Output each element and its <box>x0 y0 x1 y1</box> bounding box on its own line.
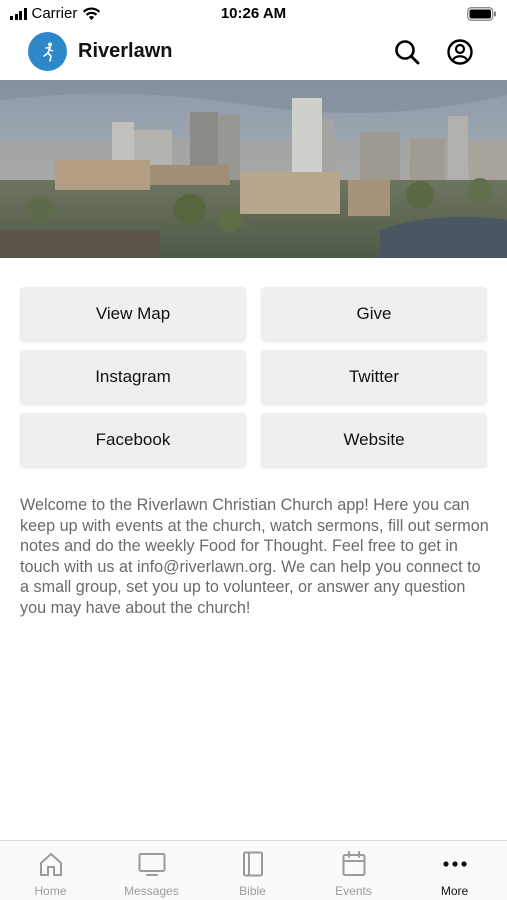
tab-messages-label: Messages <box>124 884 179 898</box>
battery-icon <box>467 7 496 21</box>
twitter-button[interactable]: Twitter <box>261 350 487 404</box>
tab-events-label: Events <box>335 884 372 898</box>
account-icon[interactable] <box>446 38 474 66</box>
app-header: Riverlawn <box>0 28 507 80</box>
welcome-description: Welcome to the Riverlawn Christian Churc… <box>20 496 489 617</box>
ellipsis-icon <box>442 861 467 867</box>
calendar-icon <box>342 851 365 876</box>
tab-events[interactable]: Events <box>303 841 404 900</box>
status-bar: Carrier 10:26 AM <box>0 0 507 28</box>
search-icon[interactable] <box>393 38 421 66</box>
book-icon <box>242 851 263 877</box>
runner-icon <box>42 42 53 62</box>
home-icon <box>39 853 62 876</box>
tab-bar: Home Messages Bible Events More <box>0 840 507 900</box>
tab-home-label: Home <box>34 884 67 898</box>
instagram-button[interactable]: Instagram <box>20 350 246 404</box>
tv-icon <box>138 853 165 876</box>
give-button[interactable]: Give <box>261 287 487 341</box>
view-map-button[interactable]: View Map <box>20 287 246 341</box>
clock: 10:26 AM <box>220 5 287 22</box>
tab-more-label: More <box>440 884 469 898</box>
tab-home[interactable]: Home <box>0 841 101 900</box>
hero-image <box>0 80 507 258</box>
church-logo[interactable] <box>28 32 67 71</box>
tab-messages[interactable]: Messages <box>101 841 202 900</box>
app-title: Riverlawn <box>78 40 173 62</box>
tab-more[interactable]: More <box>404 841 505 900</box>
tab-bible-label: Bible <box>239 884 266 898</box>
facebook-button[interactable]: Facebook <box>20 413 246 467</box>
website-button[interactable]: Website <box>261 413 487 467</box>
tab-bible[interactable]: Bible <box>202 841 303 900</box>
